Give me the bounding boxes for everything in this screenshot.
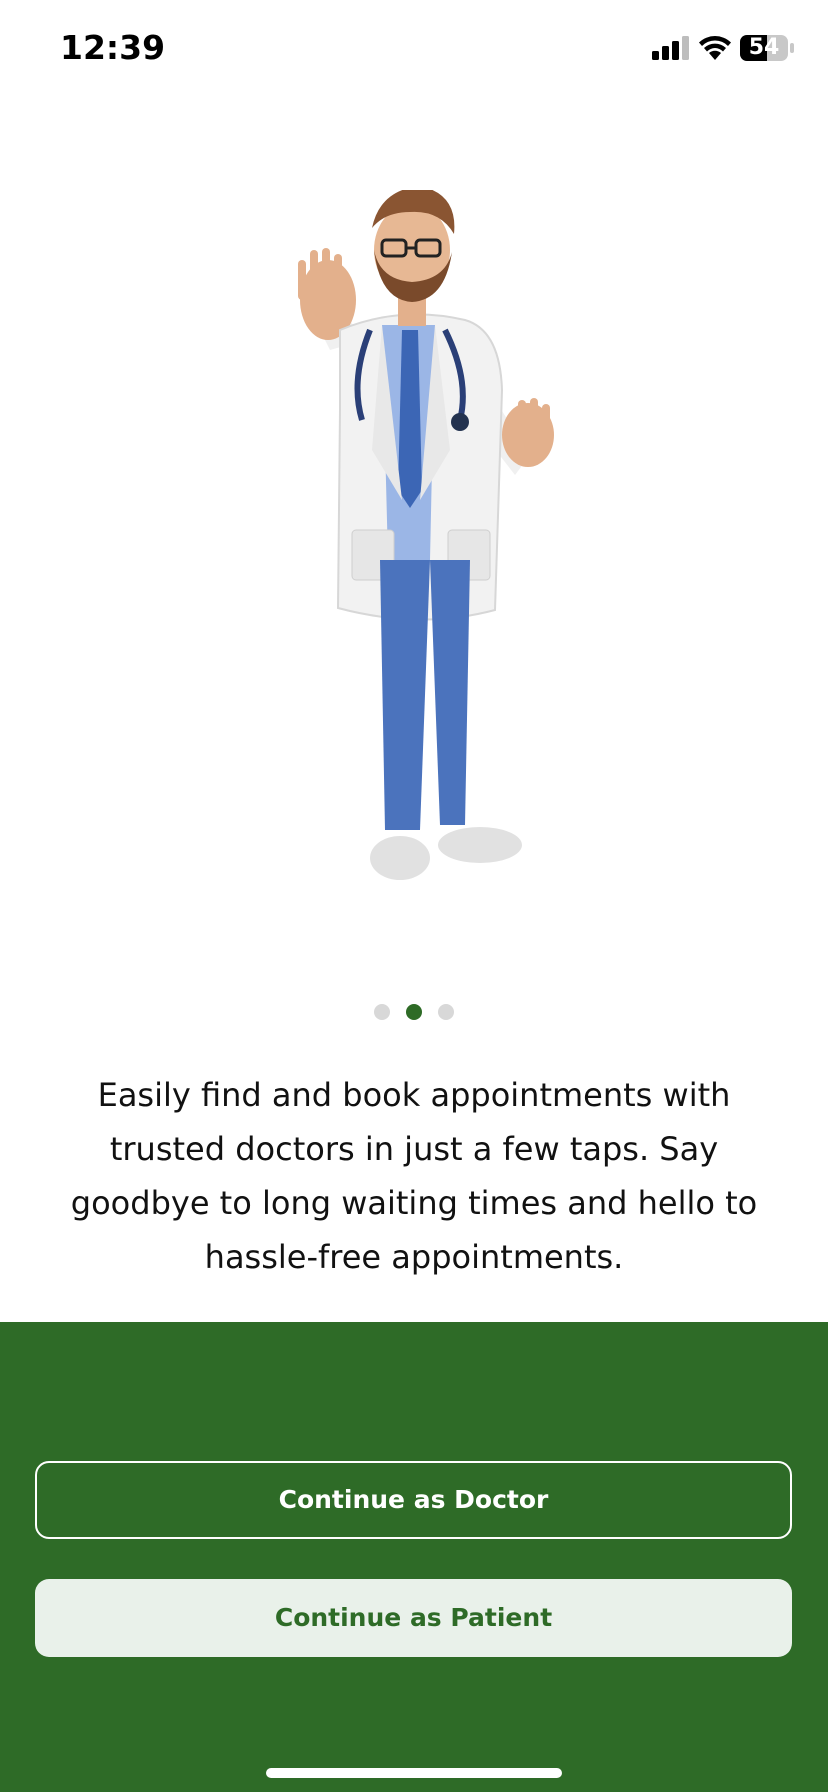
- page-indicator: [0, 1004, 828, 1020]
- status-time: 12:39: [60, 28, 166, 67]
- action-panel: Continue as Doctor Continue as Patient: [0, 1322, 828, 1792]
- continue-as-doctor-button[interactable]: Continue as Doctor: [35, 1461, 792, 1539]
- page-dot-2-active[interactable]: [406, 1004, 422, 1020]
- doctor-illustration: [298, 190, 554, 880]
- battery-level: 54: [748, 35, 780, 60]
- signal-icon: [652, 36, 689, 60]
- status-bar: 12:39 54: [0, 0, 828, 100]
- page-dot-1[interactable]: [374, 1004, 390, 1020]
- continue-as-patient-button[interactable]: Continue as Patient: [35, 1579, 792, 1657]
- page-dot-3[interactable]: [438, 1004, 454, 1020]
- wifi-icon: [699, 36, 731, 60]
- home-indicator[interactable]: [266, 1768, 562, 1778]
- onboarding-description: Easily find and book appointments with t…: [70, 1076, 758, 1276]
